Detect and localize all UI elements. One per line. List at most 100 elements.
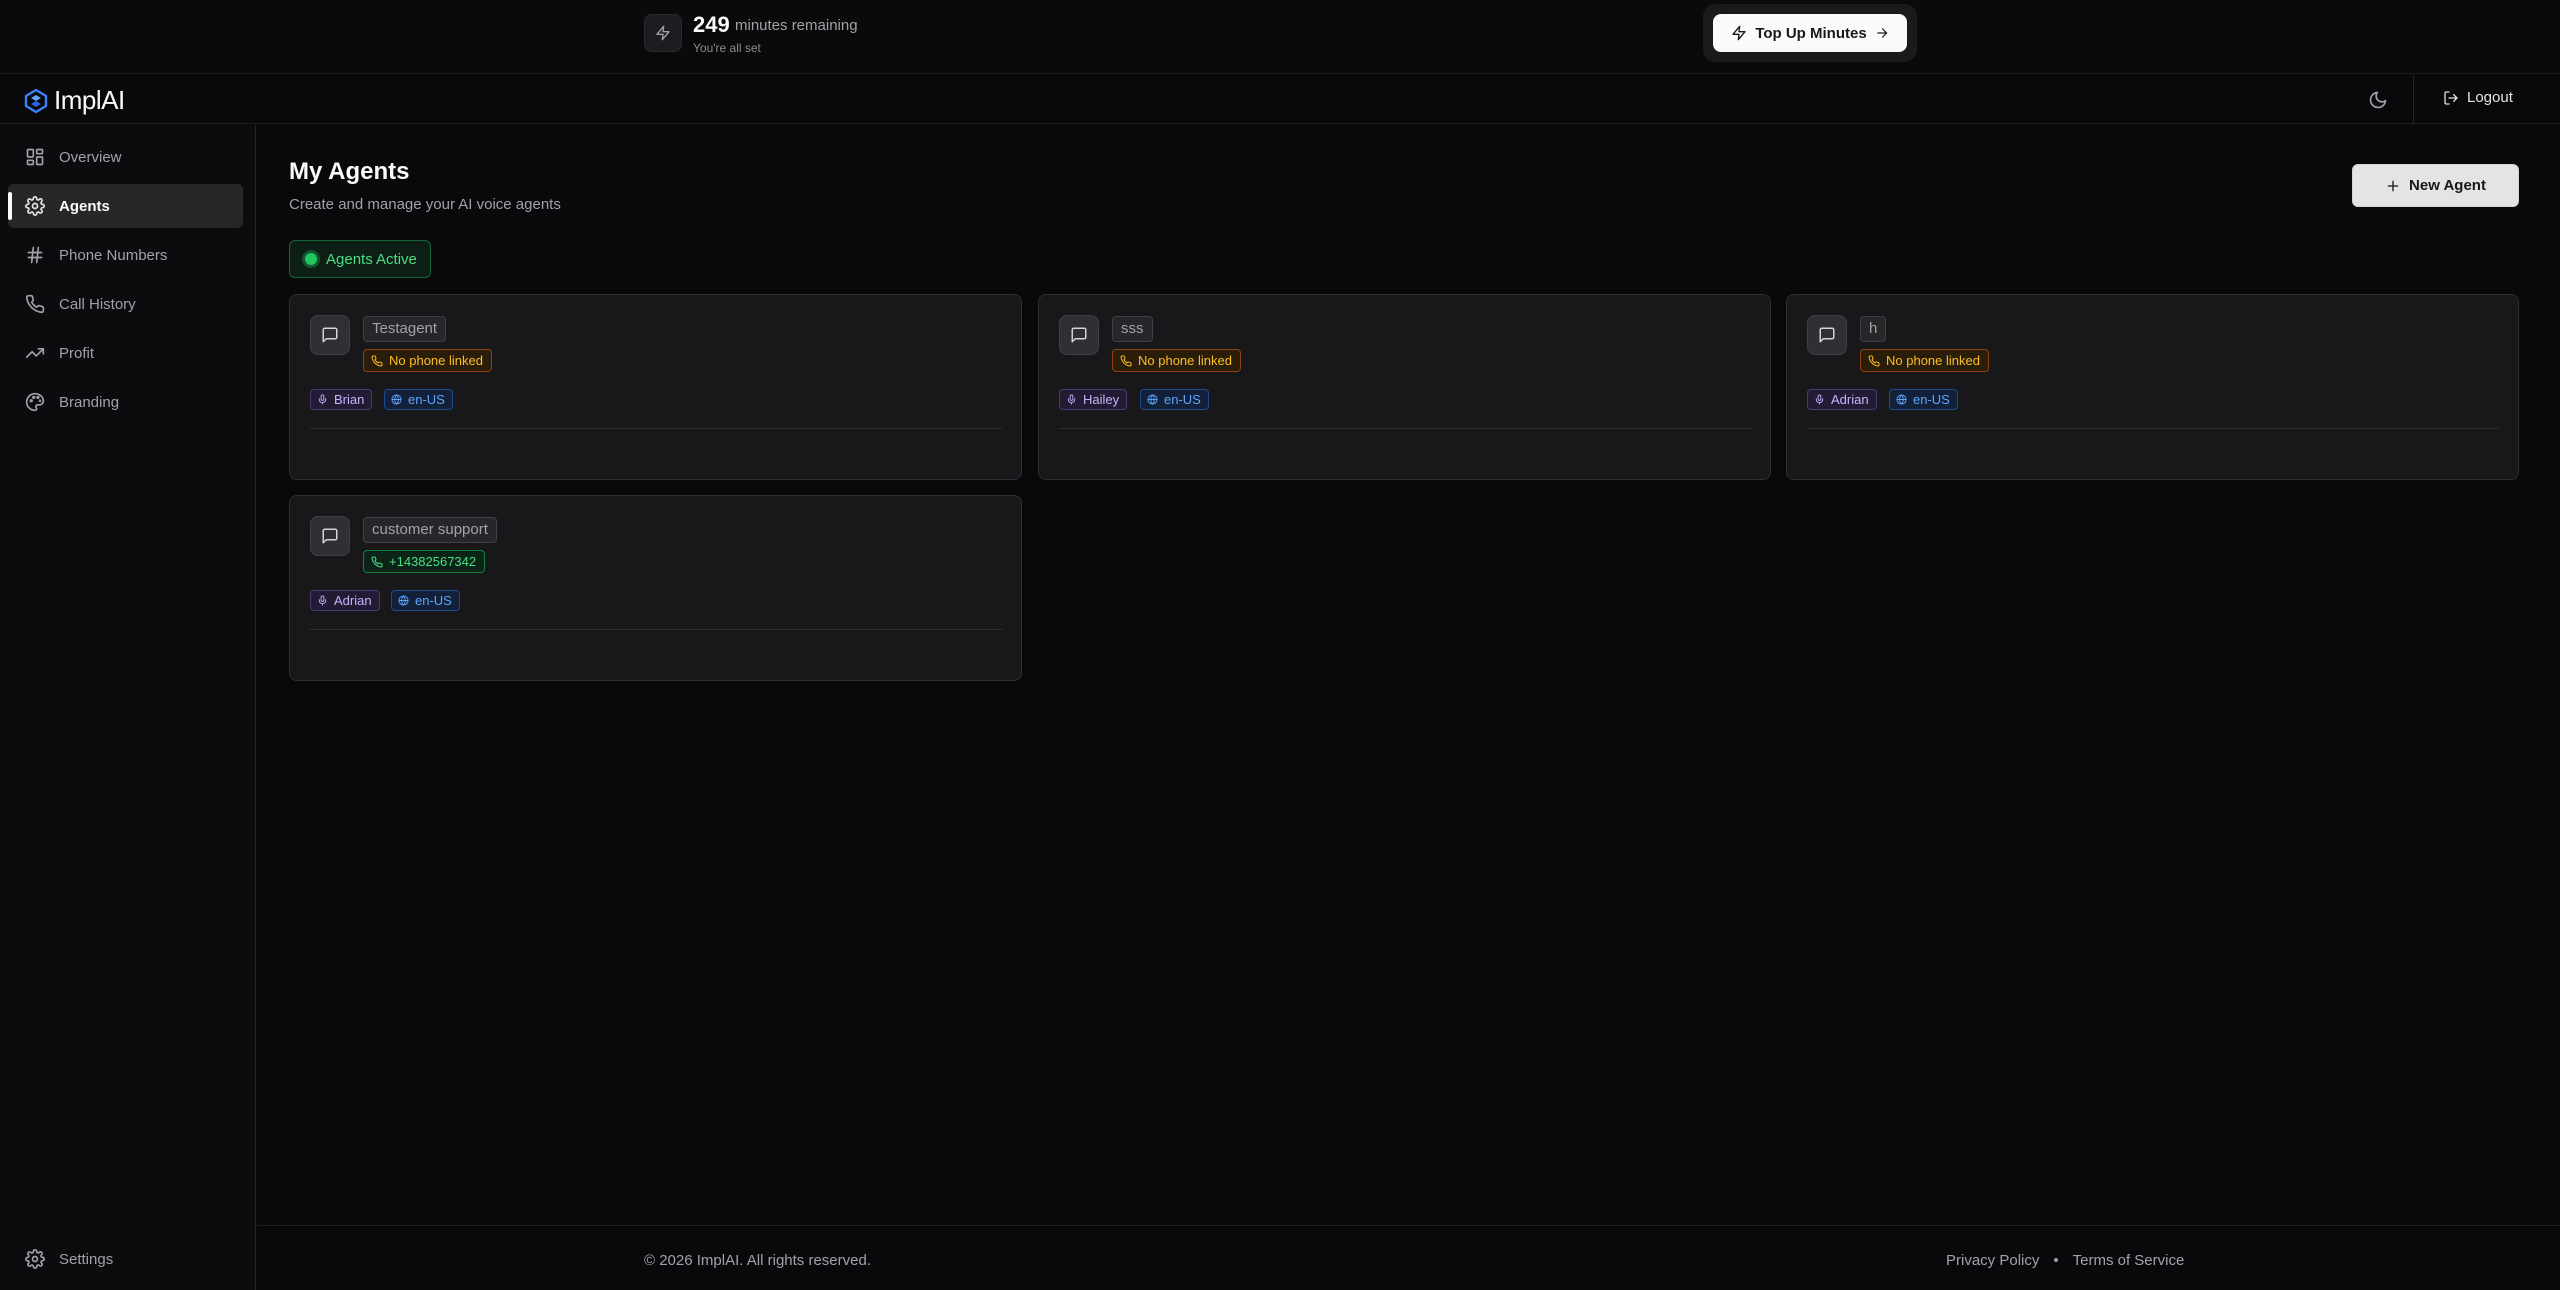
agents-active-badge: Agents Active (289, 240, 431, 278)
logout-label: Logout (2467, 89, 2513, 106)
phone-status-text: No phone linked (1138, 353, 1232, 368)
card-divider (310, 629, 1002, 630)
voice-name: Brian (334, 392, 365, 407)
sidebar-item-agents[interactable]: Agents (8, 184, 243, 228)
top-up-minutes-button[interactable]: Top Up Minutes (1713, 14, 1907, 52)
moon-icon[interactable] (2368, 90, 2388, 110)
minutes-remaining-label: minutes remaining (735, 17, 858, 34)
page-title: My Agents (289, 158, 410, 185)
voice-name: Hailey (1083, 392, 1120, 407)
voice-name: Adrian (1831, 392, 1869, 407)
language-tag: en-US (1140, 389, 1209, 410)
sidebar-item-label: Branding (59, 393, 120, 411)
phone-icon (371, 555, 383, 568)
voice-name: Adrian (334, 593, 372, 608)
agent-card[interactable]: h No phone linked Adrian en-US (1786, 294, 2519, 480)
agent-name: customer support (363, 517, 497, 543)
header-divider (2413, 75, 2414, 124)
sidebar-item-label: Agents (59, 197, 110, 215)
language-tag: en-US (384, 389, 453, 410)
agent-name: sss (1112, 316, 1153, 342)
card-divider (1059, 428, 1751, 429)
topup-container: Top Up Minutes (1703, 4, 1917, 62)
agents-active-label: Agents Active (326, 250, 417, 268)
gear-icon (25, 1249, 45, 1269)
language-code: en-US (1913, 392, 1950, 407)
lightning-icon (1731, 25, 1747, 41)
terms-of-service-link[interactable]: Terms of Service (2073, 1252, 2185, 1269)
agent-name: Testagent (363, 316, 447, 342)
status-dot (305, 253, 317, 265)
phone-status-text: No phone linked (389, 353, 483, 368)
sidebar-item-settings[interactable]: Settings (25, 1249, 113, 1269)
phone-status-badge: No phone linked (1112, 349, 1241, 372)
layout-dashboard-icon (25, 147, 45, 167)
sidebar-item-label: Phone Numbers (59, 246, 168, 264)
footer: © 2026 ImplAI. All rights reserved. Priv… (257, 1225, 2560, 1290)
mic-icon (1066, 394, 1077, 405)
agent-card[interactable]: sss No phone linked Hailey en-US (1038, 294, 1771, 480)
agent-card[interactable]: Testagent No phone linked Brian en-US (289, 294, 1022, 480)
app-header: ImplAI Logout (0, 75, 2560, 124)
mic-icon (317, 595, 328, 606)
message-square-icon (310, 315, 350, 355)
language-code: en-US (415, 593, 452, 608)
sidebar-item-phone-numbers[interactable]: Phone Numbers (8, 233, 243, 277)
sidebar-item-overview[interactable]: Overview (8, 135, 243, 179)
copyright-text: © 2026 ImplAI. All rights reserved. (644, 1252, 871, 1269)
voice-tag: Brian (310, 389, 373, 410)
phone-icon (371, 354, 383, 367)
voice-tag: Adrian (310, 590, 380, 611)
language-code: en-US (408, 392, 445, 407)
phone-status-badge: No phone linked (1860, 349, 1989, 372)
language-code: en-US (1164, 392, 1201, 407)
settings-label: Settings (59, 1250, 114, 1268)
sidebar-item-branding[interactable]: Branding (8, 380, 243, 424)
hash-icon (25, 245, 45, 265)
phone-status-text: No phone linked (1886, 353, 1980, 368)
sidebar-item-label: Call History (59, 295, 136, 313)
lightning-icon (644, 14, 682, 52)
logout-button[interactable]: Logout (2443, 89, 2513, 106)
globe-icon (398, 595, 409, 606)
language-tag: en-US (1889, 389, 1958, 410)
globe-icon (1147, 394, 1158, 405)
phone-status-badge: +14382567342 (363, 550, 486, 573)
agent-card[interactable]: customer support +14382567342 Adrian en-… (289, 495, 1022, 681)
plus-icon (2385, 178, 2401, 194)
mic-icon (1814, 394, 1825, 405)
voice-tag: Adrian (1807, 389, 1877, 410)
brand-name: ImplAI (54, 85, 125, 115)
trending-up-icon (25, 343, 45, 363)
arrow-right-icon (1875, 26, 1889, 40)
phone-number-text: +14382567342 (389, 554, 477, 569)
top-up-label: Top Up Minutes (1755, 24, 1867, 42)
message-square-icon (1807, 315, 1847, 355)
palette-icon (25, 392, 45, 412)
page-subtitle: Create and manage your AI voice agents (289, 196, 561, 213)
minutes-remaining-count: 249 (693, 12, 730, 37)
agent-name: h (1860, 316, 1887, 342)
mic-icon (317, 394, 328, 405)
footer-separator: • (2053, 1252, 2059, 1269)
footer-links: Privacy Policy • Terms of Service (1946, 1252, 2184, 1269)
phone-status-badge: No phone linked (363, 349, 492, 372)
brand-logo[interactable]: ImplAI (22, 85, 125, 116)
voice-tag: Hailey (1059, 389, 1128, 410)
message-square-icon (1059, 315, 1099, 355)
card-divider (1807, 428, 2499, 429)
phone-icon (1120, 354, 1132, 367)
sidebar-item-profit[interactable]: Profit (8, 331, 243, 375)
new-agent-button[interactable]: New Agent (2352, 164, 2519, 207)
sidebar: Overview Agents Phone Numbers Call Histo… (0, 125, 256, 1290)
language-tag: en-US (391, 590, 460, 611)
privacy-policy-link[interactable]: Privacy Policy (1946, 1252, 2039, 1269)
logout-icon (2443, 90, 2459, 106)
sidebar-item-label: Overview (59, 148, 122, 166)
logo-icon (22, 87, 50, 115)
sidebar-item-label: Profit (59, 344, 95, 362)
sidebar-item-call-history[interactable]: Call History (8, 282, 243, 326)
credits-bar: 249 minutes remaining You're all set Top… (0, 0, 2560, 74)
phone-icon (25, 294, 45, 314)
phone-icon (1868, 354, 1880, 367)
